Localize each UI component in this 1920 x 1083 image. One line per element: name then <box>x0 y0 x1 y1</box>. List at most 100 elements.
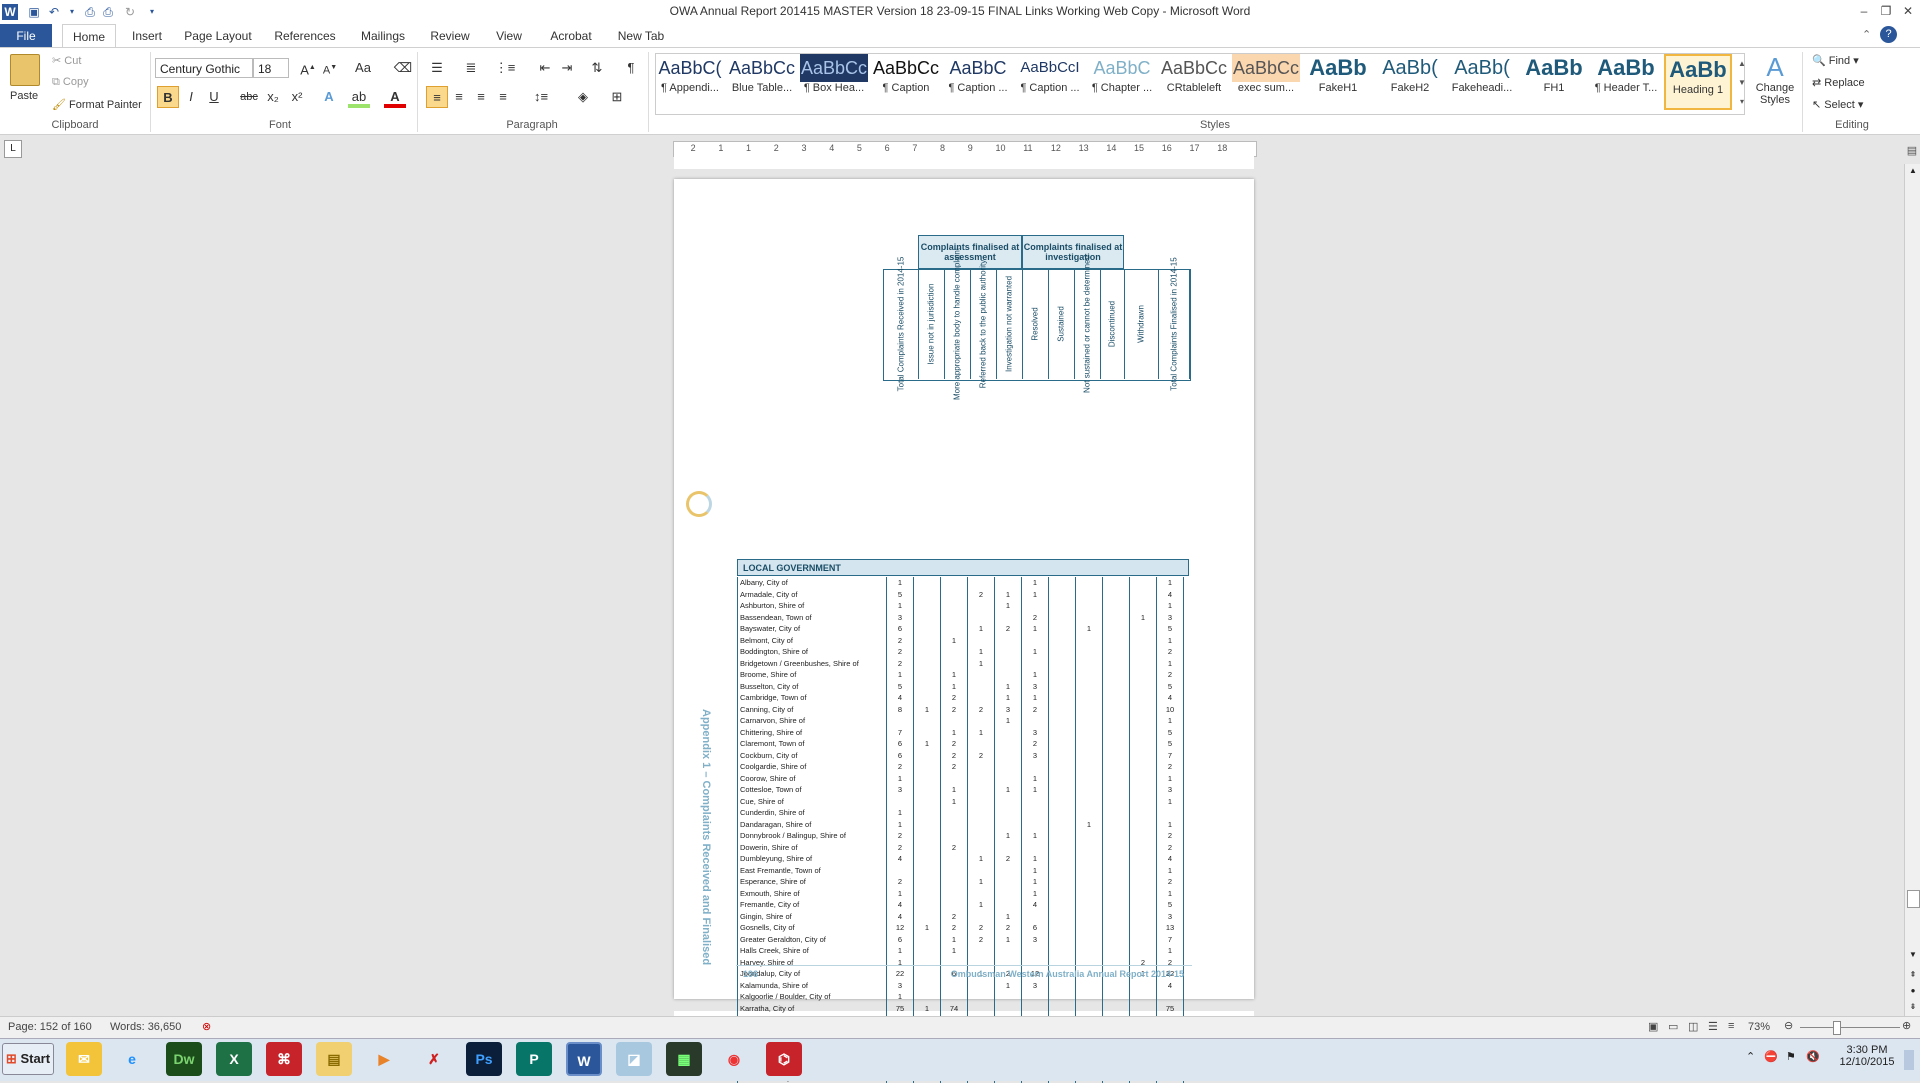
borders-icon[interactable]: ⊞ <box>606 86 628 108</box>
highlight-color-icon[interactable]: ab <box>348 86 370 108</box>
subscript-button[interactable]: x₂ <box>262 86 284 108</box>
text-effects-icon[interactable]: A <box>318 86 340 108</box>
excel-icon[interactable]: X <box>216 1042 252 1076</box>
draft-view-icon[interactable]: ≡ <box>1728 1020 1734 1032</box>
previous-page-icon[interactable]: ⇞ <box>1906 970 1920 984</box>
bullets-icon[interactable]: ☰ <box>426 57 448 79</box>
font-name-combo[interactable]: Century Gothic <box>155 58 253 78</box>
clear-formatting-icon[interactable]: ⌫ <box>392 57 414 79</box>
change-styles-button[interactable]: A Change Styles <box>1752 52 1798 106</box>
restore-icon[interactable]: ❐ <box>1875 2 1897 20</box>
zoom-level[interactable]: 73% <box>1748 1021 1770 1033</box>
media-player-icon[interactable]: ▶ <box>366 1042 402 1076</box>
terminal-icon[interactable]: ▦ <box>666 1042 702 1076</box>
grow-font-icon[interactable]: A▲ <box>297 57 319 79</box>
select-button[interactable]: ↖ Select ▾ <box>1812 98 1863 111</box>
style-header-t[interactable]: AaBb¶ Header T... <box>1592 54 1660 110</box>
show-marks-icon[interactable]: ¶ <box>620 57 642 79</box>
view-ruler-icon[interactable]: ▤ <box>1904 144 1920 162</box>
styles-scroll-icon[interactable]: ▲▼▾ <box>1737 54 1747 112</box>
style-fh1[interactable]: AaBbFH1 <box>1520 54 1588 110</box>
tab-new-tab[interactable]: New Tab <box>610 24 672 48</box>
internet-explorer-icon[interactable]: e <box>114 1042 150 1076</box>
shrink-font-icon[interactable]: A▼ <box>319 57 341 79</box>
zoom-out-icon[interactable]: ⊖ <box>1784 1019 1793 1032</box>
minimize-ribbon-icon[interactable]: ⌃ <box>1862 28 1871 41</box>
close-icon[interactable]: ✕ <box>1897 2 1919 20</box>
shading-icon[interactable]: ◈ <box>572 86 594 108</box>
network-icon[interactable]: ⛔ <box>1764 1050 1778 1063</box>
zoom-slider-thumb[interactable] <box>1833 1021 1841 1035</box>
browse-object-icon[interactable]: ● <box>1906 986 1920 1000</box>
publisher-icon[interactable]: P <box>516 1042 552 1076</box>
scroll-thumb[interactable] <box>1907 890 1920 908</box>
zoom-slider[interactable] <box>1800 1027 1900 1028</box>
tab-mailings[interactable]: Mailings <box>352 24 414 48</box>
next-page-icon[interactable]: ⇟ <box>1906 1002 1920 1016</box>
proofing-error-icon[interactable]: ⊗ <box>202 1020 211 1033</box>
change-case-icon[interactable]: Aa <box>352 57 374 79</box>
numbering-icon[interactable]: ≣ <box>460 57 482 79</box>
vertical-scrollbar[interactable]: ▲ ▼ ⇞ ● ⇟ <box>1904 164 1920 1018</box>
style-chapter[interactable]: AaBbC¶ Chapter ... <box>1088 54 1156 110</box>
format-painter-button[interactable]: 🖌 Format Painter <box>52 98 142 111</box>
style-blue-table[interactable]: AaBbCcBlue Table... <box>728 54 796 110</box>
align-right-icon[interactable]: ≡ <box>470 86 492 108</box>
print-layout-icon[interactable]: ▣ <box>1648 1020 1658 1033</box>
font-size-combo[interactable]: 18 <box>253 58 289 78</box>
action-center-icon[interactable]: ⚑ <box>1786 1050 1796 1063</box>
minimize-icon[interactable]: – <box>1853 2 1875 20</box>
scroll-up-icon[interactable]: ▲ <box>1906 164 1920 178</box>
word-count[interactable]: Words: 36,650 <box>110 1021 181 1033</box>
cut-button[interactable]: ✂ Cut <box>52 54 81 67</box>
tab-insert[interactable]: Insert <box>122 24 172 48</box>
justify-icon[interactable]: ≡ <box>492 86 514 108</box>
bold-button[interactable]: B <box>157 86 179 108</box>
align-center-icon[interactable]: ≡ <box>448 86 470 108</box>
copy-button[interactable]: ⧉ Copy <box>52 76 89 89</box>
acrobat-pro-icon[interactable]: ⌘ <box>266 1042 302 1076</box>
find-button[interactable]: 🔍 Find ▾ <box>1812 54 1859 67</box>
dreamweaver-icon[interactable]: Dw <box>166 1042 202 1076</box>
style-caption-3[interactable]: AaBbCcI¶ Caption ... <box>1016 54 1084 110</box>
style-caption-2[interactable]: AaBbC¶ Caption ... <box>944 54 1012 110</box>
scroll-down-icon[interactable]: ▼ <box>1906 950 1920 964</box>
style-fakeh1[interactable]: AaBbFakeH1 <box>1304 54 1372 110</box>
outlook-icon[interactable]: ✉ <box>66 1042 102 1076</box>
style-crtableleft[interactable]: AaBbCcCRtableleft <box>1160 54 1228 110</box>
multilevel-list-icon[interactable]: ⋮≡ <box>494 57 516 79</box>
paste-button[interactable]: Paste <box>10 54 40 102</box>
photoshop-icon[interactable]: Ps <box>466 1042 502 1076</box>
font-color-icon[interactable]: A <box>384 86 406 108</box>
help-icon[interactable]: ? <box>1880 26 1897 43</box>
align-left-icon[interactable]: ≡ <box>426 86 448 108</box>
zoom-in-icon[interactable]: ⊕ <box>1902 1019 1911 1032</box>
tab-selector-icon[interactable]: L <box>4 140 22 158</box>
tab-file[interactable]: File <box>0 24 52 48</box>
tab-references[interactable]: References <box>268 24 342 48</box>
web-layout-icon[interactable]: ◫ <box>1688 1020 1698 1033</box>
full-screen-reading-icon[interactable]: ▭ <box>1668 1020 1678 1033</box>
superscript-button[interactable]: x² <box>286 86 308 108</box>
line-spacing-icon[interactable]: ↕≡ <box>530 86 552 108</box>
style-box-heading[interactable]: AaBbCc¶ Box Hea... <box>800 54 868 110</box>
page-count[interactable]: Page: 152 of 160 <box>8 1021 92 1033</box>
style-fakeh2[interactable]: AaBb(FakeH2 <box>1376 54 1444 110</box>
chrome-icon[interactable]: ◉ <box>716 1042 752 1076</box>
style-exec-sum[interactable]: AaBbCcexec sum... <box>1232 54 1300 110</box>
italic-button[interactable]: I <box>180 86 202 108</box>
underline-button[interactable]: U <box>203 86 225 108</box>
tab-home[interactable]: Home <box>62 24 116 48</box>
style-heading-1[interactable]: AaBbHeading 1 <box>1664 54 1732 110</box>
acrobat-icon[interactable]: ⌬ <box>766 1042 802 1076</box>
document-page[interactable]: Appendix 1 – Complaints Received and Fin… <box>674 179 1254 999</box>
start-button[interactable]: ⊞ Start <box>2 1043 54 1075</box>
xmind-icon[interactable]: ✗ <box>416 1042 452 1076</box>
style-caption[interactable]: AaBbCc¶ Caption <box>872 54 940 110</box>
tab-view[interactable]: View <box>486 24 532 48</box>
replace-button[interactable]: ⇄ Replace <box>1812 76 1865 89</box>
tray-expand-icon[interactable]: ⌃ <box>1746 1050 1755 1063</box>
show-desktop-button[interactable] <box>1904 1050 1914 1070</box>
tab-acrobat[interactable]: Acrobat <box>542 24 600 48</box>
app-icon[interactable]: ◪ <box>616 1042 652 1076</box>
